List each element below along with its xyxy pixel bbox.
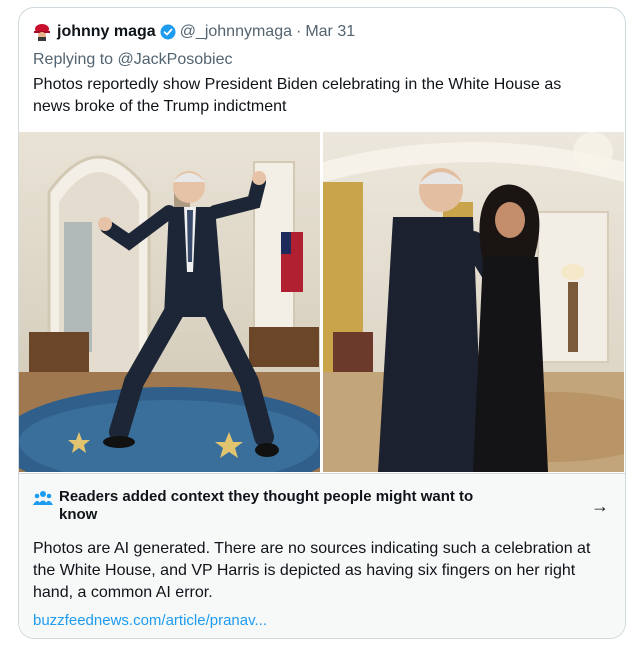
replying-mention[interactable]: @JackPosobiec xyxy=(118,51,233,68)
people-group-icon xyxy=(33,491,53,505)
replying-to: Replying to @JackPosobiec xyxy=(33,51,232,69)
tweet-card[interactable]: johnny maga @_johnnymaga · Mar 31 Replyi… xyxy=(18,7,626,639)
photo-biden-dancing[interactable] xyxy=(19,132,320,472)
arrow-right-icon[interactable]: → xyxy=(591,496,609,517)
community-note[interactable]: Readers added context they thought peopl… xyxy=(19,473,625,638)
photo-biden-harris-hug[interactable] xyxy=(323,132,624,472)
maga-hat-avatar-icon[interactable] xyxy=(33,23,51,41)
verified-badge-icon xyxy=(160,24,176,40)
replying-prefix: Replying to xyxy=(33,51,114,68)
community-note-link[interactable]: buzzfeednews.com/article/pranav... xyxy=(33,612,267,629)
display-name[interactable]: johnny maga xyxy=(57,23,156,41)
user-handle[interactable]: @_johnnymaga xyxy=(180,23,292,41)
tweet-date[interactable]: Mar 31 xyxy=(305,23,355,41)
header-separator: · xyxy=(296,23,302,40)
tweet-media xyxy=(19,132,625,472)
tweet-text: Photos reportedly show President Biden c… xyxy=(33,76,562,115)
tweet-header: johnny maga @_johnnymaga · Mar 31 xyxy=(33,21,611,43)
community-note-title: Readers added context they thought peopl… xyxy=(59,488,474,523)
community-note-body: Photos are AI generated. There are no so… xyxy=(33,540,591,601)
community-note-header: Readers added context they thought peopl… xyxy=(33,488,593,524)
